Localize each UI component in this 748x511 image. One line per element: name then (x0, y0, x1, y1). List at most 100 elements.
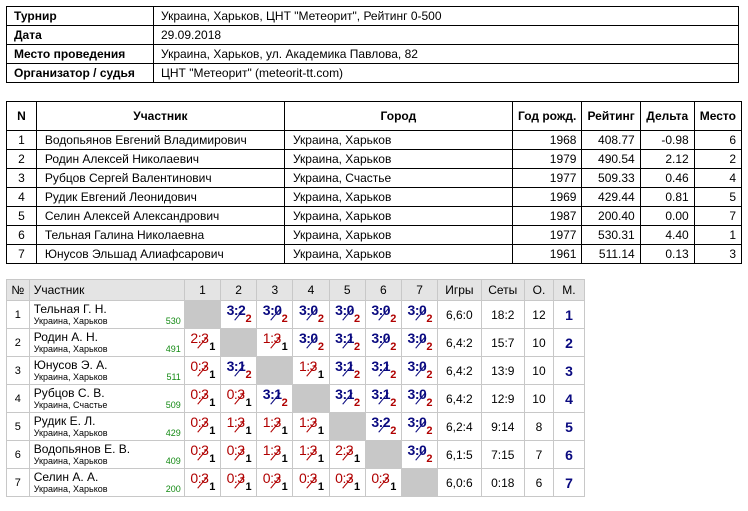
match-points: 2 (426, 397, 433, 409)
col-header: Дельта (639, 101, 695, 131)
match-score: 1:3 1 (261, 329, 289, 353)
match-cell: 3:0 2 (328, 300, 366, 329)
match-cell: 3:1 2 (328, 356, 366, 385)
table-row: 7 Юнусов Эльшад Алиафсарович Украина, Харь… (6, 244, 743, 264)
place-cell: 6 (552, 440, 586, 469)
match-points: 1 (209, 369, 216, 381)
match-cell: 0:3 1 (364, 468, 402, 497)
table-cell: 3 (6, 168, 37, 188)
match-score: 3:0 2 (406, 385, 434, 409)
col-header: Участник (28, 279, 185, 301)
table-cell: -0.98 (639, 130, 695, 150)
match-points: 1 (317, 453, 324, 465)
match-cell: 0:3 1 (292, 468, 330, 497)
match-score: 1:3 1 (297, 441, 325, 465)
player-city: Украина, Счастье (33, 399, 108, 410)
games-cell: 6,6:0 (437, 300, 482, 329)
match-points: 2 (390, 369, 397, 381)
match-cell: 0:3 1 (183, 468, 222, 497)
player-city: Украина, Харьков (33, 427, 108, 438)
col-header: 1 (183, 279, 222, 301)
match-cell: 0:3 1 (256, 468, 294, 497)
match-score: 3:1 2 (369, 357, 397, 381)
match-points: 2 (354, 397, 361, 409)
info-key: Место проведения (6, 44, 154, 64)
table-cell: Украина, Счастье (283, 168, 513, 188)
match-cell: 3:2 2 (364, 412, 402, 441)
row-number: 7 (6, 468, 30, 497)
match-cell: 3:0 2 (364, 328, 402, 357)
table-row: 5 Селин Алексей Александрович Украина, Хар… (6, 206, 743, 226)
player-rating: 509 (165, 400, 181, 410)
row-number: 3 (6, 356, 30, 385)
match-cell: 1:3 1 (256, 328, 294, 357)
match-score: 1:3 1 (261, 413, 289, 437)
match-cell: 3:0 2 (256, 300, 294, 329)
table-cell: Юнусов Эльшад Алиафсарович (35, 244, 285, 264)
row-number: 6 (6, 440, 30, 469)
match-cell: 3:0 2 (292, 300, 330, 329)
place-cell: 2 (552, 328, 586, 357)
col-header: 5 (328, 279, 366, 301)
match-score: 3:0 2 (369, 329, 397, 353)
table-cell: 2 (6, 149, 37, 169)
table-cell: 0.13 (639, 244, 695, 264)
table-cell: 509.33 (581, 168, 641, 188)
table-cell: Украина, Харьков (283, 130, 513, 150)
col-header: О. (523, 279, 554, 301)
match-score: 3:0 2 (297, 301, 325, 325)
match-points: 1 (354, 453, 361, 465)
row-number: 4 (6, 384, 30, 413)
table-cell: Тельная Галина Николаевна (35, 225, 285, 245)
match-cell: 3:0 2 (400, 300, 439, 329)
place-cell: 3 (552, 356, 586, 385)
place-cell: 1 (552, 300, 586, 329)
col-header: М. (552, 279, 586, 301)
match-score: 3:2 2 (225, 301, 253, 325)
table-cell: 408.77 (581, 130, 641, 150)
sets-cell: 9:14 (480, 412, 525, 441)
cross-row: 5 Рудик Е. Л. Украина, Харьков 429 0:3 1 1:3 1 1… (6, 412, 586, 441)
table-cell: 0.81 (639, 187, 695, 207)
match-score: 2:3 1 (188, 329, 216, 353)
match-points: 1 (209, 341, 216, 353)
match-score: 3:1 2 (261, 385, 289, 409)
table-cell: 200.40 (581, 206, 641, 226)
match-points: 1 (317, 481, 324, 493)
match-score: 0:3 1 (188, 469, 216, 493)
cross-table: № Участник 1 2 3 4 5 6 7 Игры Сеты О. М.… (6, 279, 586, 497)
match-cell: 0:3 1 (328, 468, 366, 497)
match-score: 3:0 2 (297, 329, 325, 353)
match-cell: 3:0 2 (400, 384, 439, 413)
match-score: 3:0 2 (406, 413, 434, 437)
info-row-date: Дата 29.09.2018 (6, 25, 739, 45)
place-cell: 5 (552, 412, 586, 441)
table-cell: Украина, Харьков (283, 187, 513, 207)
col-header: Год рожд. (511, 101, 583, 131)
info-value: ЦНТ "Метеорит" (meteorit-tt.com) (153, 63, 739, 83)
match-cell: 1:3 1 (256, 440, 294, 469)
match-cell: 0:3 1 (183, 440, 222, 469)
match-points: 2 (390, 341, 397, 353)
player-city: Украина, Харьков (33, 455, 108, 466)
table-cell: Селин Алексей Александрович (35, 206, 285, 226)
col-header: Игры (437, 279, 482, 301)
table-cell: 429.44 (581, 187, 641, 207)
col-header: Место (693, 101, 743, 131)
points-cell: 12 (523, 300, 554, 329)
table-cell: 0.00 (639, 206, 695, 226)
table-cell: 4.40 (639, 225, 695, 245)
match-cell: 3:1 2 (364, 384, 402, 413)
table-cell: 490.54 (581, 149, 641, 169)
match-points: 2 (354, 313, 361, 325)
match-score: 3:1 2 (369, 385, 397, 409)
table-cell: 6 (6, 225, 37, 245)
match-points: 2 (281, 397, 288, 409)
match-score: 2:3 1 (333, 441, 361, 465)
match-score: 3:2 2 (369, 413, 397, 437)
cross-row: 4 Рубцов С. В. Украина, Счастье 509 0:3 1 0:3 1… (6, 384, 586, 413)
match-score: 0:3 1 (225, 469, 253, 493)
table-cell: Водопьянов Евгений Владимирович (35, 130, 285, 150)
table-row: 4 Рудик Евгений Леонидович Украина, Харько… (6, 187, 743, 207)
diagonal-cell (364, 440, 402, 469)
